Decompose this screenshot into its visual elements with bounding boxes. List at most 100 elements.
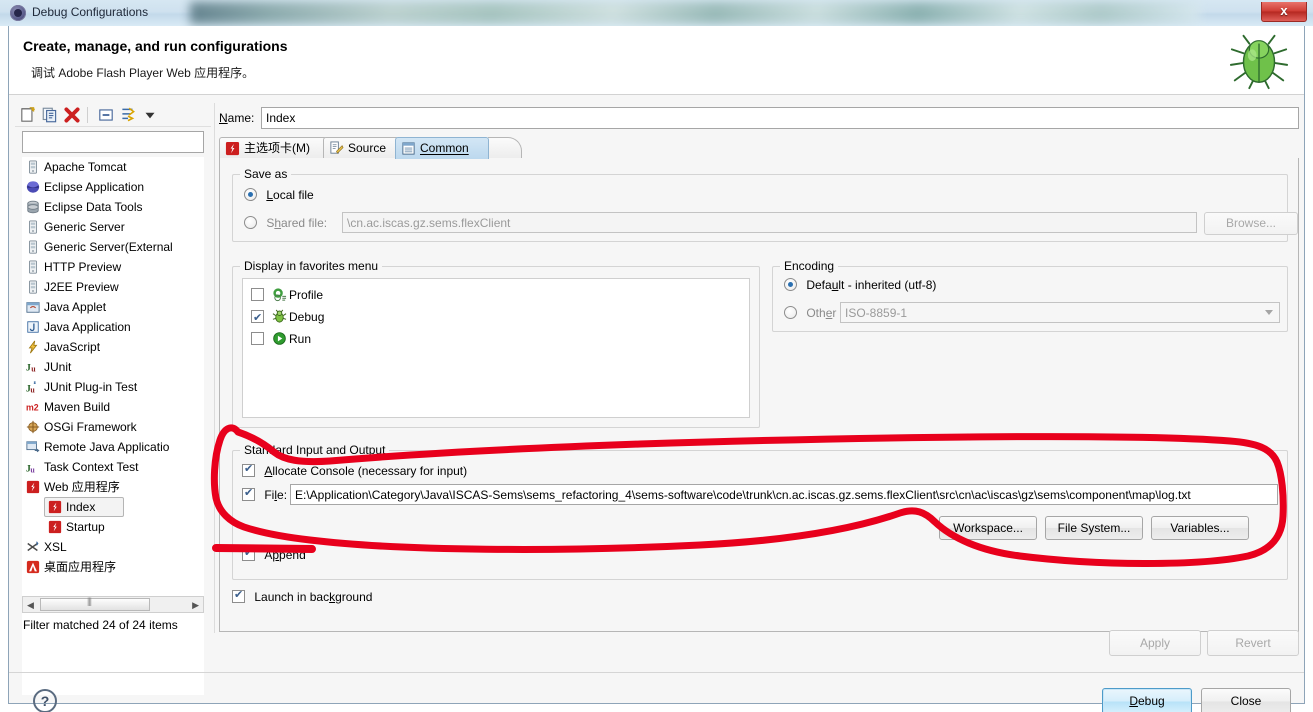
tree-item-label: JUnit: [44, 360, 72, 374]
tree-item-eclipse-application[interactable]: Eclipse Application: [22, 177, 204, 197]
close-button[interactable]: Close: [1201, 688, 1291, 712]
append-label: Append: [264, 548, 306, 562]
collapse-all-icon[interactable]: [97, 106, 115, 124]
server-icon: [26, 220, 40, 234]
tree-item-startup[interactable]: Startup: [22, 517, 204, 537]
favorites-debug-checkbox[interactable]: [251, 308, 264, 328]
help-icon-label: ?: [40, 693, 50, 709]
debug-button-label: Debug: [1129, 694, 1165, 708]
favorites-item-debug[interactable]: Debug: [243, 307, 749, 328]
encoding-default-radio[interactable]: [784, 278, 797, 291]
apply-button[interactable]: Apply: [1109, 630, 1201, 656]
browse-button[interactable]: Browse...: [1204, 212, 1298, 235]
encoding-other-radio[interactable]: [784, 306, 797, 319]
tree-item-web-应用程序[interactable]: Web 应用程序: [22, 477, 204, 497]
window-title: Debug Configurations: [32, 5, 149, 19]
tree-item-apache-tomcat[interactable]: Apache Tomcat: [22, 157, 204, 177]
tree-item-桌面应用程序[interactable]: 桌面应用程序: [22, 557, 204, 577]
database-icon: [26, 200, 40, 214]
name-input[interactable]: Index: [261, 107, 1299, 129]
encoding-default-row[interactable]: Default - inherited (utf-8): [784, 278, 936, 292]
file-path-input[interactable]: E:\Application\Category\Java\ISCAS-Sems\…: [290, 484, 1278, 505]
tree-item-generic-server[interactable]: Generic Server: [22, 217, 204, 237]
tree-item-maven-build[interactable]: m2 Maven Build: [22, 397, 204, 417]
tab-common[interactable]: Common: [395, 137, 489, 159]
tab-source[interactable]: Source: [323, 137, 399, 159]
page-title: Create, manage, and run configurations: [23, 38, 288, 54]
page-subtitle: 调试 Adobe Flash Player Web 应用程序。: [31, 66, 255, 80]
tree-item-http-preview[interactable]: HTTP Preview: [22, 257, 204, 277]
filter-icon[interactable]: [119, 106, 137, 124]
allocate-console-row[interactable]: Allocate Console (necessary for input): [242, 462, 467, 478]
local-file-radio[interactable]: [244, 188, 257, 201]
tree-item-label: Generic Server(External: [44, 240, 173, 254]
tree-item-junit[interactable]: Ju JUnit: [22, 357, 204, 377]
server-icon: [26, 160, 40, 174]
flash-web-icon: [48, 500, 62, 514]
local-file-radio-row[interactable]: Local file: [244, 188, 314, 202]
panel-splitter[interactable]: [214, 103, 215, 633]
tree-item-java-applet[interactable]: Java Applet: [22, 297, 204, 317]
revert-button[interactable]: Revert: [1207, 630, 1299, 656]
favorites-profile-checkbox[interactable]: [251, 288, 264, 301]
favorites-item-run[interactable]: Run: [243, 329, 749, 349]
launch-configurations-tree[interactable]: Apache Tomcat Eclipse Application Eclipse …: [22, 157, 204, 695]
help-icon[interactable]: ?: [33, 689, 57, 712]
tree-item-junit-plug-in-test[interactable]: Ju JUnit Plug-in Test: [22, 377, 204, 397]
launch-in-background-row[interactable]: Launch in background: [232, 588, 372, 604]
tree-item-javascript[interactable]: JavaScript: [22, 337, 204, 357]
blurred-background-window-title: [190, 2, 1200, 24]
standard-io-group: Standard Input and Output Allocate Conso…: [232, 443, 1288, 580]
air-desktop-icon: [26, 560, 40, 574]
new-launch-configuration-icon[interactable]: [19, 106, 37, 124]
allocate-console-checkbox[interactable]: [242, 462, 255, 477]
server-icon: [26, 280, 40, 294]
tree-item-label: JavaScript: [44, 340, 101, 354]
shared-file-radio[interactable]: [244, 216, 257, 229]
file-checkbox[interactable]: [242, 486, 255, 501]
launch-in-background-checkbox[interactable]: [232, 588, 245, 603]
encoding-other-row[interactable]: Other: [784, 306, 836, 320]
tree-horizontal-scrollbar[interactable]: ◀ ▶: [22, 596, 204, 613]
favorites-list[interactable]: Profile Debug Run: [242, 278, 750, 418]
scroll-left-icon[interactable]: ◀: [27, 600, 34, 611]
scroll-right-icon[interactable]: ▶: [192, 600, 199, 611]
variables-button[interactable]: Variables...: [1151, 516, 1249, 540]
encoding-other-combobox[interactable]: ISO-8859-1: [840, 302, 1280, 323]
tree-item-j2ee-preview[interactable]: J2EE Preview: [22, 277, 204, 297]
tree-item-osgi-framework[interactable]: OSGi Framework: [22, 417, 204, 437]
java-application-icon: [26, 320, 40, 334]
tab-main[interactable]: 主选项卡(M): [219, 137, 327, 159]
scrollbar-thumb[interactable]: [40, 596, 150, 611]
tree-item-eclipse-data-tools[interactable]: Eclipse Data Tools: [22, 197, 204, 217]
shared-file-path-input[interactable]: \cn.ac.iscas.gz.sems.flexClient: [342, 212, 1197, 233]
dialog-banner: Create, manage, and run configurations 调…: [9, 26, 1304, 95]
svg-text:u: u: [30, 465, 35, 474]
tree-item-xsl[interactable]: XSL: [22, 537, 204, 557]
tree-item-java-application[interactable]: Java Application: [22, 317, 204, 337]
filter-input[interactable]: [22, 131, 204, 153]
append-row[interactable]: Append: [242, 546, 306, 562]
append-checkbox[interactable]: [242, 546, 255, 561]
shared-file-radio-row[interactable]: Shared file:: [244, 216, 327, 230]
maven-icon: m2: [26, 400, 40, 414]
favorites-item-profile[interactable]: Profile: [243, 285, 749, 305]
file-label: File:: [264, 488, 288, 502]
filter-status-label: Filter matched 24 of 24 items: [23, 618, 178, 632]
favorites-run-checkbox[interactable]: [251, 332, 264, 345]
debug-button[interactable]: Debug: [1102, 688, 1192, 712]
window-title-bar: Debug Configurations x: [0, 0, 1313, 26]
tree-item-index[interactable]: Index: [22, 497, 204, 517]
tree-item-task-context-test[interactable]: Ju Task Context Test: [22, 457, 204, 477]
workspace-button[interactable]: Workspace...: [939, 516, 1037, 540]
tree-item-generic-server(external[interactable]: Generic Server(External: [22, 237, 204, 257]
close-icon[interactable]: x: [1261, 2, 1307, 22]
favorites-item-label: Profile: [289, 288, 324, 302]
delete-icon[interactable]: [63, 106, 81, 124]
file-checkbox-row[interactable]: File:: [242, 486, 288, 502]
duplicate-icon[interactable]: [41, 106, 59, 124]
file-system-button[interactable]: File System...: [1045, 516, 1143, 540]
tree-item-remote-java-applicatio[interactable]: Remote Java Applicatio: [22, 437, 204, 457]
chevron-down-icon[interactable]: [141, 106, 159, 124]
tree-item-label: Apache Tomcat: [44, 160, 127, 174]
